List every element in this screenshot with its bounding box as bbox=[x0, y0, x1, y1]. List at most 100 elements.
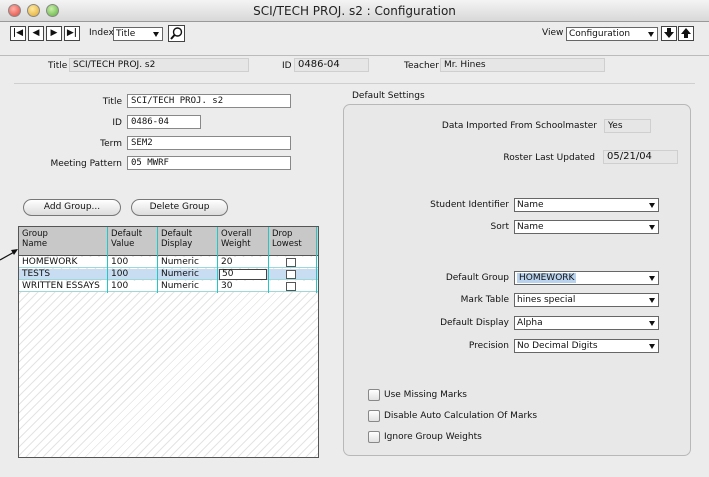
use-missing-marks-checkbox[interactable] bbox=[368, 389, 380, 401]
header-line: Weight bbox=[221, 239, 251, 249]
column-divider bbox=[157, 227, 158, 293]
info-id-label: ID bbox=[282, 61, 292, 71]
title-field[interactable]: SCI/TECH PROJ. s2 bbox=[127, 94, 291, 108]
table-header: Group Name Default Value Default Display Ov… bbox=[19, 227, 318, 256]
meeting-pattern-field[interactable]: 05 MWRF bbox=[127, 156, 291, 170]
arrow-down-icon bbox=[664, 28, 674, 38]
info-id-value: 0486-04 bbox=[294, 58, 369, 72]
arrow-up-icon bbox=[681, 28, 691, 38]
chevron-down-icon bbox=[648, 32, 654, 37]
index-select-value: Title bbox=[116, 29, 136, 39]
cell-group-name: WRITTEN ESSAYS bbox=[22, 281, 100, 291]
header-overall-weight[interactable]: Overall Weight bbox=[221, 229, 251, 249]
header-drop-lowest[interactable]: Drop Lowest bbox=[272, 229, 302, 249]
view-label: View bbox=[542, 28, 564, 38]
drop-lowest-checkbox[interactable] bbox=[286, 270, 296, 279]
imported-label: Data Imported From Schoolmaster bbox=[441, 121, 597, 131]
mark-table-value: hines special bbox=[517, 295, 576, 305]
table-row[interactable]: TESTS 100 Numeric 50 bbox=[19, 269, 318, 280]
use-missing-marks-label: Use Missing Marks bbox=[384, 390, 467, 400]
term-field[interactable]: SEM2 bbox=[127, 136, 291, 150]
group-table: Group Name Default Value Default Display Ov… bbox=[18, 226, 319, 458]
column-divider bbox=[316, 227, 317, 293]
chevron-down-icon bbox=[649, 344, 655, 349]
cell-overall-weight[interactable]: 20 bbox=[221, 257, 232, 268]
first-record-button[interactable]: |◀ bbox=[10, 26, 26, 41]
header-line: Lowest bbox=[272, 239, 302, 249]
default-group-value: HOMEWORK bbox=[517, 273, 577, 283]
add-group-button[interactable]: Add Group... bbox=[23, 199, 121, 216]
precision-value: No Decimal Digits bbox=[517, 341, 598, 351]
header-line: Default bbox=[161, 229, 193, 239]
weight-edit-field[interactable]: 50 bbox=[219, 269, 267, 280]
default-settings-legend: Default Settings bbox=[352, 91, 425, 101]
index-select[interactable]: Title bbox=[113, 27, 163, 41]
cell-default-value: 100 bbox=[111, 269, 129, 279]
info-title-label: Title bbox=[48, 61, 68, 71]
search-button[interactable] bbox=[168, 25, 185, 42]
column-divider bbox=[217, 227, 218, 293]
chevron-down-icon bbox=[649, 321, 655, 326]
default-group-label: Default Group bbox=[445, 273, 509, 283]
next-record-button[interactable]: ▶ bbox=[46, 26, 62, 41]
toolbar: |◀ ◀ ▶ ▶| Index Title View Configuration bbox=[0, 22, 709, 56]
chevron-down-icon bbox=[153, 32, 159, 37]
cell-overall-weight[interactable]: 30 bbox=[221, 281, 232, 292]
header-line: Display bbox=[161, 239, 193, 249]
precision-select[interactable]: No Decimal Digits bbox=[514, 339, 659, 353]
index-label: Index bbox=[89, 28, 114, 38]
default-display-select[interactable]: Alpha bbox=[514, 316, 659, 330]
cell-default-value: 100 bbox=[111, 257, 129, 267]
drop-lowest-checkbox[interactable] bbox=[286, 258, 296, 267]
cell-default-display: Numeric bbox=[161, 269, 199, 279]
header-line: Default bbox=[111, 229, 143, 239]
header-line: Name bbox=[22, 239, 48, 249]
magnifier-icon bbox=[170, 27, 183, 40]
info-title-value: SCI/TECH PROJ. s2 bbox=[69, 58, 249, 72]
ignore-group-weights-checkbox[interactable] bbox=[368, 431, 380, 443]
chevron-down-icon bbox=[649, 225, 655, 230]
header-line: Value bbox=[111, 239, 135, 249]
header-line: Overall bbox=[221, 229, 252, 239]
student-identifier-select[interactable]: Name bbox=[514, 198, 659, 212]
header-default-display[interactable]: Default Display bbox=[161, 229, 192, 249]
imported-value: Yes bbox=[604, 119, 651, 133]
table-row[interactable]: WRITTEN ESSAYS 100 Numeric 30 bbox=[19, 281, 318, 292]
disable-auto-calc-checkbox[interactable] bbox=[368, 410, 380, 422]
cell-group-name: HOMEWORK bbox=[22, 257, 78, 267]
precision-label: Precision bbox=[468, 341, 509, 351]
cell-default-display: Numeric bbox=[161, 281, 199, 291]
header-line: Drop bbox=[272, 229, 293, 239]
view-select[interactable]: Configuration bbox=[566, 27, 658, 41]
roster-updated-value: 05/21/04 bbox=[603, 150, 678, 164]
default-group-select[interactable]: HOMEWORK bbox=[514, 271, 659, 285]
default-display-label: Default Display bbox=[440, 318, 509, 328]
delete-group-button[interactable]: Delete Group bbox=[131, 199, 228, 216]
ignore-group-weights-label: Ignore Group Weights bbox=[384, 432, 482, 442]
mark-table-select[interactable]: hines special bbox=[514, 293, 659, 307]
previous-record-button[interactable]: ◀ bbox=[28, 26, 44, 41]
id-field[interactable]: 0486-04 bbox=[127, 115, 201, 129]
chevron-down-icon bbox=[649, 298, 655, 303]
title-bar: SCI/TECH PROJ. s2 : Configuration bbox=[0, 0, 709, 22]
info-teacher-label: Teacher bbox=[404, 61, 439, 71]
chevron-down-icon bbox=[649, 203, 655, 208]
window-title: SCI/TECH PROJ. s2 : Configuration bbox=[253, 4, 456, 18]
sort-select[interactable]: Name bbox=[514, 220, 659, 234]
cell-default-display: Numeric bbox=[161, 257, 199, 267]
sort-label: Sort bbox=[490, 222, 509, 232]
student-identifier-value: Name bbox=[517, 200, 544, 210]
last-record-button[interactable]: ▶| bbox=[64, 26, 80, 41]
view-up-button[interactable] bbox=[678, 26, 694, 41]
view-down-button[interactable] bbox=[661, 26, 677, 41]
table-row[interactable]: HOMEWORK 100 Numeric 20 bbox=[19, 257, 318, 268]
info-teacher-value: Mr. Hines bbox=[440, 58, 605, 72]
header-default-value[interactable]: Default Value bbox=[111, 229, 142, 249]
drop-lowest-checkbox[interactable] bbox=[286, 282, 296, 291]
header-group-name[interactable]: Group Name bbox=[22, 229, 48, 249]
cell-group-name: TESTS bbox=[22, 269, 51, 279]
column-divider bbox=[107, 227, 108, 293]
id-label: ID bbox=[112, 118, 122, 128]
sort-value: Name bbox=[517, 222, 544, 232]
disable-auto-calc-label: Disable Auto Calculation Of Marks bbox=[384, 411, 538, 421]
